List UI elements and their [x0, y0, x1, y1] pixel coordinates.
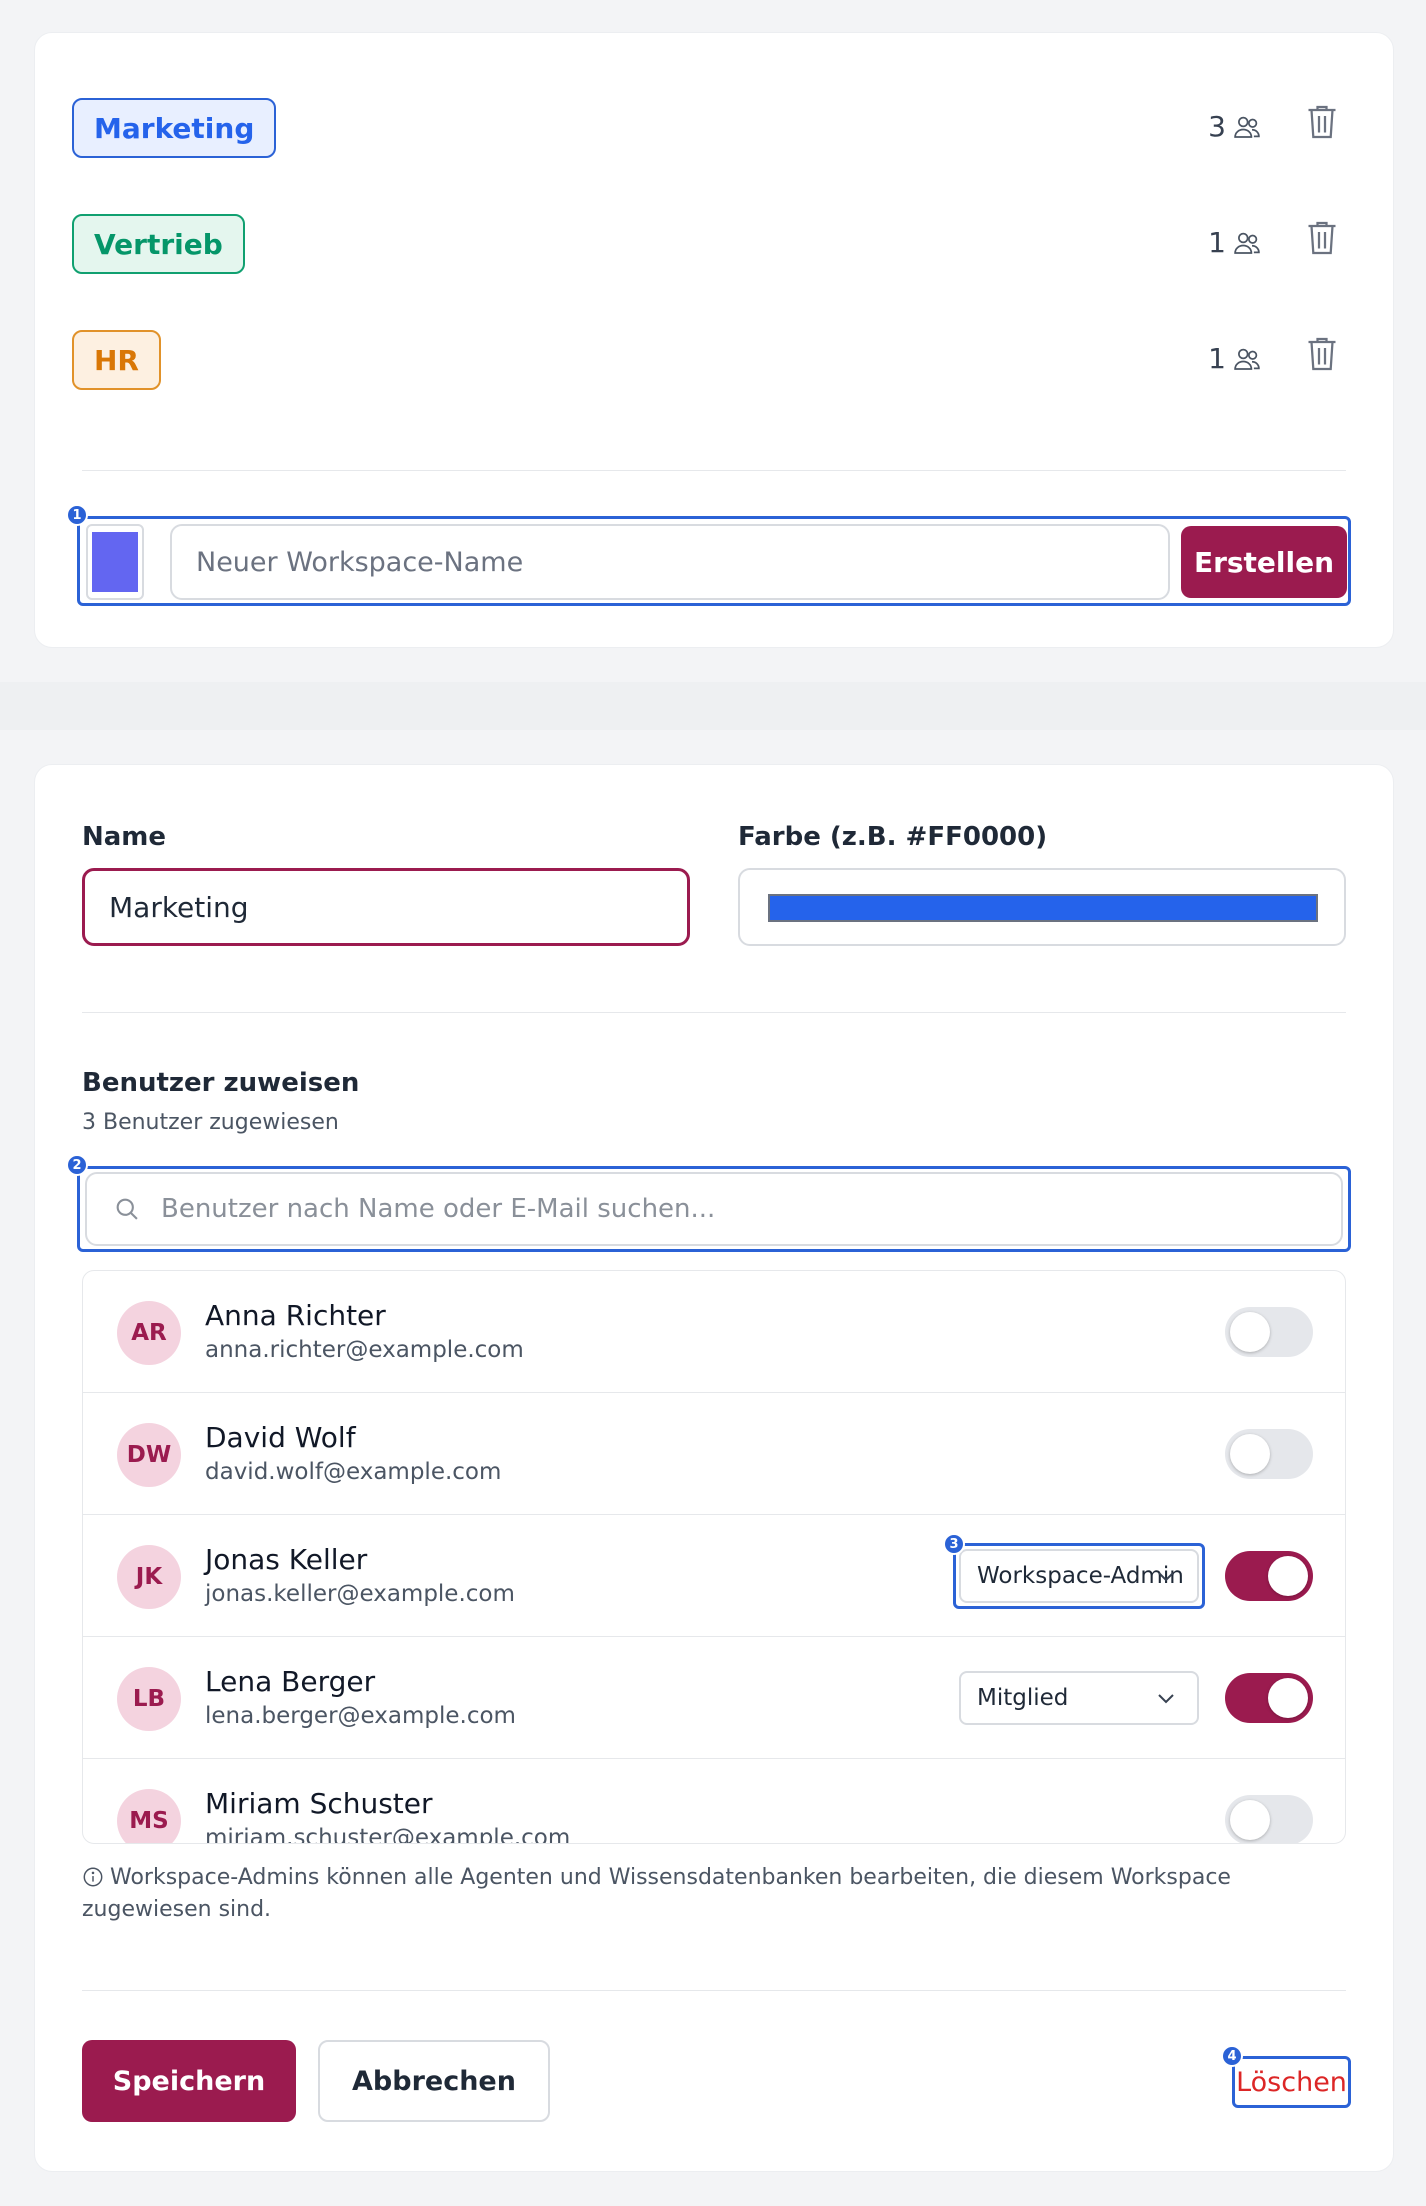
user-name: Lena Berger: [205, 1665, 376, 1698]
avatar: JK: [117, 1545, 181, 1609]
member-count: 1: [1208, 226, 1262, 259]
member-count: 3: [1208, 110, 1262, 143]
user-email: david.wolf@example.com: [205, 1459, 502, 1485]
color-picker-button[interactable]: [86, 524, 144, 600]
user-row: AR Anna Richter anna.richter@example.com: [83, 1271, 1345, 1393]
search-icon: [116, 1198, 138, 1220]
member-count-value: 1: [1208, 226, 1226, 259]
toggle-knob: [1230, 1434, 1270, 1474]
color-input[interactable]: [738, 868, 1346, 946]
workspace-row[interactable]: Marketing 3: [72, 98, 1342, 162]
assign-toggle[interactable]: [1225, 1551, 1313, 1601]
user-row: LB Lena Berger lena.berger@example.com M…: [83, 1637, 1345, 1759]
user-email: anna.richter@example.com: [205, 1337, 524, 1363]
annotation-badge: 4: [1221, 2045, 1243, 2067]
info-note: Workspace-Admins können alle Agenten und…: [82, 1862, 1362, 1926]
color-swatch: [92, 532, 138, 592]
user-name: David Wolf: [205, 1421, 356, 1454]
user-row: DW David Wolf david.wolf@example.com: [83, 1393, 1345, 1515]
section-separator: [0, 682, 1426, 730]
toggle-knob: [1230, 1800, 1270, 1840]
users-icon: [1234, 116, 1260, 138]
avatar: MS: [117, 1789, 181, 1843]
assign-toggle[interactable]: [1225, 1795, 1313, 1843]
assign-users-title: Benutzer zuweisen: [82, 1068, 360, 1098]
role-select-value: Mitglied: [977, 1685, 1069, 1711]
delete-button[interactable]: Löschen: [1232, 2056, 1351, 2108]
user-email: jonas.keller@example.com: [205, 1581, 515, 1607]
workspace-tag[interactable]: Marketing: [72, 98, 277, 158]
search-placeholder: Benutzer nach Name oder E-Mail suchen...: [161, 1194, 716, 1224]
user-list: AR Anna Richter anna.richter@example.com…: [82, 1270, 1346, 1844]
annotation-badge: 3: [943, 1533, 965, 1555]
cancel-button[interactable]: Abbrechen: [318, 2040, 550, 2122]
workspace-row[interactable]: HR 1: [72, 330, 1342, 394]
assign-toggle[interactable]: [1225, 1673, 1313, 1723]
assign-toggle[interactable]: [1225, 1429, 1313, 1479]
divider: [82, 1990, 1346, 1991]
user-search-wrapper: Benutzer nach Name oder E-Mail suchen...: [77, 1166, 1351, 1252]
users-icon: [1234, 232, 1260, 254]
info-icon: [83, 1867, 103, 1887]
workspace-tag[interactable]: Vertrieb: [72, 214, 245, 274]
workspace-tag[interactable]: HR: [72, 330, 161, 390]
user-name: Jonas Keller: [205, 1543, 368, 1576]
user-row: JK Jonas Keller jonas.keller@example.com…: [83, 1515, 1345, 1637]
divider: [82, 470, 1346, 471]
avatar: LB: [117, 1667, 181, 1731]
create-workspace-row: Neuer Workspace-Name Erstellen: [77, 516, 1351, 606]
workspace-row[interactable]: Vertrieb 1: [72, 214, 1342, 278]
member-count-value: 3: [1208, 110, 1226, 143]
user-email: lena.berger@example.com: [205, 1703, 516, 1729]
trash-icon[interactable]: [1304, 334, 1340, 374]
users-icon: [1234, 348, 1260, 370]
trash-icon[interactable]: [1304, 102, 1340, 142]
user-email: miriam.schuster@example.com: [205, 1825, 571, 1844]
assigned-count: 3 Benutzer zugewiesen: [82, 1110, 339, 1135]
avatar: AR: [117, 1301, 181, 1365]
user-name: Anna Richter: [205, 1299, 386, 1332]
role-select[interactable]: Mitglied: [959, 1671, 1199, 1725]
info-text: Workspace-Admins können alle Agenten und…: [82, 1865, 1231, 1922]
trash-icon[interactable]: [1304, 218, 1340, 258]
chevron-down-icon: [1158, 1694, 1174, 1704]
user-row: MS Miriam Schuster miriam.schuster@examp…: [83, 1759, 1345, 1844]
annotation-badge: 1: [66, 504, 88, 526]
chevron-down-icon: [1158, 1572, 1174, 1582]
role-select[interactable]: Workspace-Admin: [959, 1549, 1199, 1603]
annotation-badge: 2: [66, 1154, 88, 1176]
create-button[interactable]: Erstellen: [1181, 526, 1347, 598]
color-label: Farbe (z.B. #FF0000): [738, 822, 1048, 852]
save-button[interactable]: Speichern: [82, 2040, 296, 2122]
name-label: Name: [82, 822, 167, 852]
color-preview: [768, 894, 1318, 922]
name-input[interactable]: Marketing: [82, 868, 690, 946]
new-workspace-name-input[interactable]: Neuer Workspace-Name: [170, 524, 1170, 600]
user-name: Miriam Schuster: [205, 1787, 433, 1820]
toggle-knob: [1268, 1678, 1308, 1718]
assign-toggle[interactable]: [1225, 1307, 1313, 1357]
member-count-value: 1: [1208, 342, 1226, 375]
toggle-knob: [1268, 1556, 1308, 1596]
avatar: DW: [117, 1423, 181, 1487]
divider: [82, 1012, 1346, 1013]
role-select-value: Workspace-Admin: [977, 1563, 1184, 1589]
member-count: 1: [1208, 342, 1262, 375]
user-search-input[interactable]: Benutzer nach Name oder E-Mail suchen...: [85, 1172, 1343, 1246]
toggle-knob: [1230, 1312, 1270, 1352]
